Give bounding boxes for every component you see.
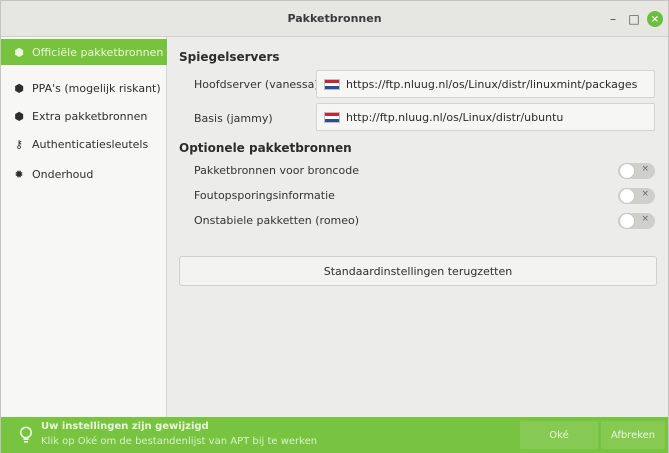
infobar-title: Uw instellingen zijn gewijzigd [41, 421, 209, 432]
maximize-icon: □ [628, 12, 640, 26]
sidebar-item-authentication-keys[interactable]: ⚷ Authenticatiesleutels [1, 131, 167, 157]
restore-defaults-button[interactable]: Standaardinstellingen terugzetten [179, 256, 657, 286]
maximize-button[interactable]: □ [626, 11, 642, 27]
sidebar-item-official-sources[interactable]: ⬢ Officiële pakketbronnen [1, 39, 167, 65]
sidebar-item-label: Officiële pakketbronnen [32, 45, 164, 59]
sidebar-item-extra-sources[interactable]: ⬢ Extra pakketbronnen [1, 103, 167, 129]
sidebar-item-label: Onderhoud [32, 167, 94, 181]
netherlands-flag-icon [324, 78, 340, 90]
unstable-packages-toggle[interactable]: × [618, 213, 655, 229]
toggle-off-icon: × [641, 214, 649, 224]
unstable-packages-label: Onstabiele pakketten (romeo) [194, 214, 360, 227]
toggle-off-icon: × [641, 164, 649, 174]
toggle-knob [620, 214, 634, 228]
gear-icon: ✹ [14, 167, 24, 181]
package-icon: ⬢ [14, 109, 24, 123]
sidebar-item-ppas[interactable]: ⬢ PPA's (mogelijk riskant) [1, 75, 167, 101]
mirrors-heading: Spiegelservers [179, 50, 280, 64]
package-icon: ⬢ [14, 45, 24, 59]
software-sources-window: Pakketbronnen – □ × ⬢ Officiële pakketbr… [0, 0, 669, 453]
optional-sources-heading: Optionele pakketbronnen [179, 141, 352, 155]
debug-info-toggle[interactable]: × [618, 188, 655, 204]
main-mirror-label: Hoofdserver (vanessa) [194, 78, 319, 91]
sidebar: ⬢ Officiële pakketbronnen ⬢ PPA's (mogel… [1, 37, 167, 417]
sidebar-item-label: Extra pakketbronnen [32, 109, 148, 123]
main-mirror-button[interactable]: https://ftp.nluug.nl/os/Linux/distr/linu… [316, 70, 655, 98]
source-code-toggle[interactable]: × [618, 163, 655, 179]
cancel-button[interactable]: Afbreken [601, 421, 665, 449]
ok-button[interactable]: Oké [520, 421, 598, 449]
main-mirror-url: https://ftp.nluug.nl/os/Linux/distr/linu… [346, 77, 638, 91]
key-icon: ⚷ [14, 137, 24, 151]
debug-info-label: Foutopsporingsinformatie [194, 189, 335, 202]
toggle-knob [620, 164, 634, 178]
window-title: Pakketbronnen [287, 12, 382, 25]
package-icon: ⬢ [14, 81, 24, 95]
infobar-subtitle: Klik op Oké om de bestandenlijst van APT… [41, 436, 318, 447]
lightbulb-icon [20, 426, 32, 443]
sidebar-item-label: PPA's (mogelijk riskant) [32, 81, 161, 95]
minimize-icon: – [610, 12, 616, 26]
minimize-button[interactable]: – [605, 11, 621, 27]
sidebar-item-maintenance[interactable]: ✹ Onderhoud [1, 161, 167, 187]
close-button[interactable]: × [647, 11, 663, 27]
changes-infobar: Uw instellingen zijn gewijzigd Klik op O… [1, 417, 668, 453]
close-icon: × [650, 13, 660, 25]
titlebar[interactable]: Pakketbronnen – □ × [1, 1, 668, 37]
netherlands-flag-icon [324, 111, 340, 123]
source-code-label: Pakketbronnen voor broncode [194, 164, 359, 177]
base-mirror-url: http://ftp.nluug.nl/os/Linux/distr/ubunt… [346, 110, 564, 124]
toggle-off-icon: × [641, 189, 649, 199]
main-panel: Spiegelservers Hoofdserver (vanessa) htt… [167, 37, 668, 417]
sidebar-item-label: Authenticatiesleutels [32, 137, 149, 151]
base-mirror-label: Basis (jammy) [194, 112, 273, 125]
toggle-knob [620, 189, 634, 203]
base-mirror-button[interactable]: http://ftp.nluug.nl/os/Linux/distr/ubunt… [316, 103, 655, 131]
